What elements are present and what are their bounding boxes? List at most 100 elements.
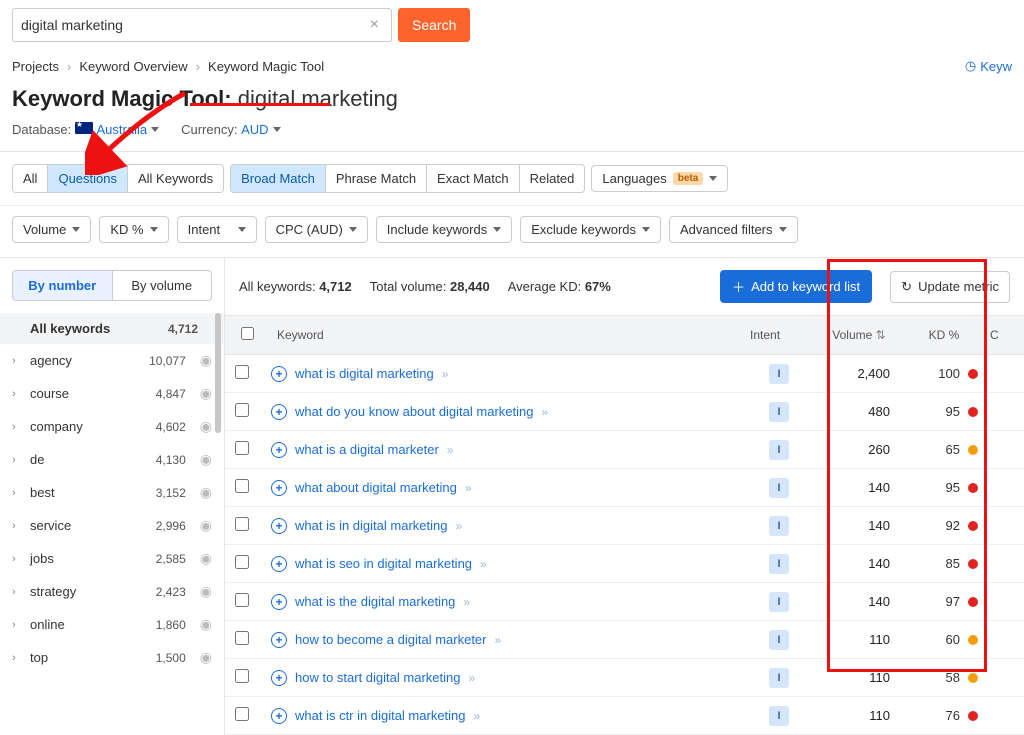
row-checkbox[interactable] — [235, 555, 249, 569]
col-c[interactable]: C — [984, 328, 1014, 342]
group-item[interactable]: ›agency10,077◉ — [0, 344, 224, 377]
row-checkbox[interactable] — [235, 365, 249, 379]
crumb-overview[interactable]: Keyword Overview — [79, 59, 187, 74]
group-item[interactable]: ›best3,152◉ — [0, 476, 224, 509]
kd-cell: 95 — [904, 404, 984, 419]
keyword-link[interactable]: what is in digital marketing — [295, 518, 447, 533]
keyword-link[interactable]: what about digital marketing — [295, 480, 457, 495]
scrollbar[interactable] — [215, 313, 221, 433]
eye-icon[interactable]: ◉ — [200, 649, 212, 666]
filter-kd[interactable]: KD % — [99, 216, 168, 243]
globe-icon: ◷ — [965, 58, 976, 74]
eye-icon[interactable]: ◉ — [200, 616, 212, 633]
double-chevron-icon[interactable]: » — [463, 595, 470, 609]
currency-selector[interactable]: Currency: AUD — [181, 122, 280, 137]
refresh-icon: ↻ — [901, 279, 912, 295]
keyword-link[interactable]: what is the digital marketing — [295, 594, 455, 609]
eye-icon[interactable]: ◉ — [200, 517, 212, 534]
keyword-link[interactable]: how to become a digital marketer — [295, 632, 486, 647]
crumb-projects[interactable]: Projects — [12, 59, 59, 74]
row-checkbox[interactable] — [235, 403, 249, 417]
filter-include[interactable]: Include keywords — [376, 216, 512, 243]
eye-icon[interactable]: ◉ — [200, 550, 212, 567]
database-selector[interactable]: Database: Australia — [12, 122, 159, 137]
double-chevron-icon[interactable]: » — [465, 481, 472, 495]
expand-icon[interactable]: + — [271, 518, 287, 534]
eye-icon[interactable]: ◉ — [200, 451, 212, 468]
double-chevron-icon[interactable]: » — [447, 443, 454, 457]
keyword-link[interactable]: ◷ Keyw — [965, 58, 1012, 74]
group-all-keywords[interactable]: All keywords 4,712 — [0, 313, 224, 344]
add-to-list-button[interactable]: ＋Add to keyword list — [720, 270, 872, 303]
double-chevron-icon[interactable]: » — [455, 519, 462, 533]
filter-advanced[interactable]: Advanced filters — [669, 216, 798, 243]
expand-icon[interactable]: + — [271, 366, 287, 382]
tab-broad-match[interactable]: Broad Match — [231, 165, 326, 192]
keyword-link[interactable]: what is digital marketing — [295, 366, 434, 381]
search-input[interactable] — [21, 17, 366, 33]
row-checkbox[interactable] — [235, 479, 249, 493]
update-metrics-button[interactable]: ↻Update metric — [890, 271, 1010, 303]
expand-icon[interactable]: + — [271, 708, 287, 724]
keyword-link[interactable]: what is ctr in digital marketing — [295, 708, 466, 723]
clear-icon[interactable]: × — [366, 16, 383, 34]
group-item[interactable]: ›course4,847◉ — [0, 377, 224, 410]
sort-by-number[interactable]: By number — [13, 271, 113, 300]
eye-icon[interactable]: ◉ — [200, 385, 212, 402]
col-keyword[interactable]: Keyword — [271, 328, 744, 342]
sort-by-volume[interactable]: By volume — [113, 271, 212, 300]
languages-dropdown[interactable]: Languages beta — [591, 165, 728, 192]
eye-icon[interactable]: ◉ — [200, 418, 212, 435]
tab-all[interactable]: All — [13, 165, 48, 192]
row-checkbox[interactable] — [235, 517, 249, 531]
expand-icon[interactable]: + — [271, 404, 287, 420]
tab-phrase-match[interactable]: Phrase Match — [326, 165, 427, 192]
group-item[interactable]: ›jobs2,585◉ — [0, 542, 224, 575]
group-item[interactable]: ›strategy2,423◉ — [0, 575, 224, 608]
summary-total-volume: Total volume: 28,440 — [370, 279, 490, 294]
group-item[interactable]: ›company4,602◉ — [0, 410, 224, 443]
keyword-link[interactable]: what is a digital marketer — [295, 442, 439, 457]
eye-icon[interactable]: ◉ — [200, 484, 212, 501]
expand-icon[interactable]: + — [271, 556, 287, 572]
filter-exclude[interactable]: Exclude keywords — [520, 216, 661, 243]
double-chevron-icon[interactable]: » — [494, 633, 501, 647]
search-button[interactable]: Search — [398, 8, 470, 42]
tab-exact-match[interactable]: Exact Match — [427, 165, 520, 192]
eye-icon[interactable]: ◉ — [200, 352, 212, 369]
tab-related[interactable]: Related — [520, 165, 585, 192]
row-checkbox[interactable] — [235, 631, 249, 645]
double-chevron-icon[interactable]: » — [480, 557, 487, 571]
select-all-checkbox[interactable] — [241, 327, 254, 340]
group-item[interactable]: ›de4,130◉ — [0, 443, 224, 476]
col-intent[interactable]: Intent — [744, 328, 814, 342]
double-chevron-icon[interactable]: » — [442, 367, 449, 381]
row-checkbox[interactable] — [235, 669, 249, 683]
row-checkbox[interactable] — [235, 441, 249, 455]
expand-icon[interactable]: + — [271, 480, 287, 496]
double-chevron-icon[interactable]: » — [474, 709, 481, 723]
filter-volume[interactable]: Volume — [12, 216, 91, 243]
filter-intent[interactable]: Intent — [177, 216, 257, 243]
search-box[interactable]: × — [12, 8, 392, 42]
group-item[interactable]: ›top1,500◉ — [0, 641, 224, 674]
eye-icon[interactable]: ◉ — [200, 583, 212, 600]
filter-cpc[interactable]: CPC (AUD) — [265, 216, 368, 243]
group-count: 2,996 — [136, 519, 186, 533]
tab-questions[interactable]: Questions — [48, 165, 128, 192]
group-item[interactable]: ›online1,860◉ — [0, 608, 224, 641]
row-checkbox[interactable] — [235, 593, 249, 607]
group-count: 2,585 — [136, 552, 186, 566]
tab-all-keywords[interactable]: All Keywords — [128, 165, 223, 192]
col-kd[interactable]: KD % — [904, 328, 984, 342]
group-item[interactable]: ›service2,996◉ — [0, 509, 224, 542]
double-chevron-icon[interactable]: » — [541, 405, 548, 419]
expand-icon[interactable]: + — [271, 632, 287, 648]
keyword-link[interactable]: what do you know about digital marketing — [295, 404, 533, 419]
expand-icon[interactable]: + — [271, 442, 287, 458]
group-name: course — [30, 386, 128, 401]
keyword-link[interactable]: what is seo in digital marketing — [295, 556, 472, 571]
row-checkbox[interactable] — [235, 707, 249, 721]
col-volume[interactable]: Volume ⇅ — [814, 328, 904, 342]
expand-icon[interactable]: + — [271, 594, 287, 610]
